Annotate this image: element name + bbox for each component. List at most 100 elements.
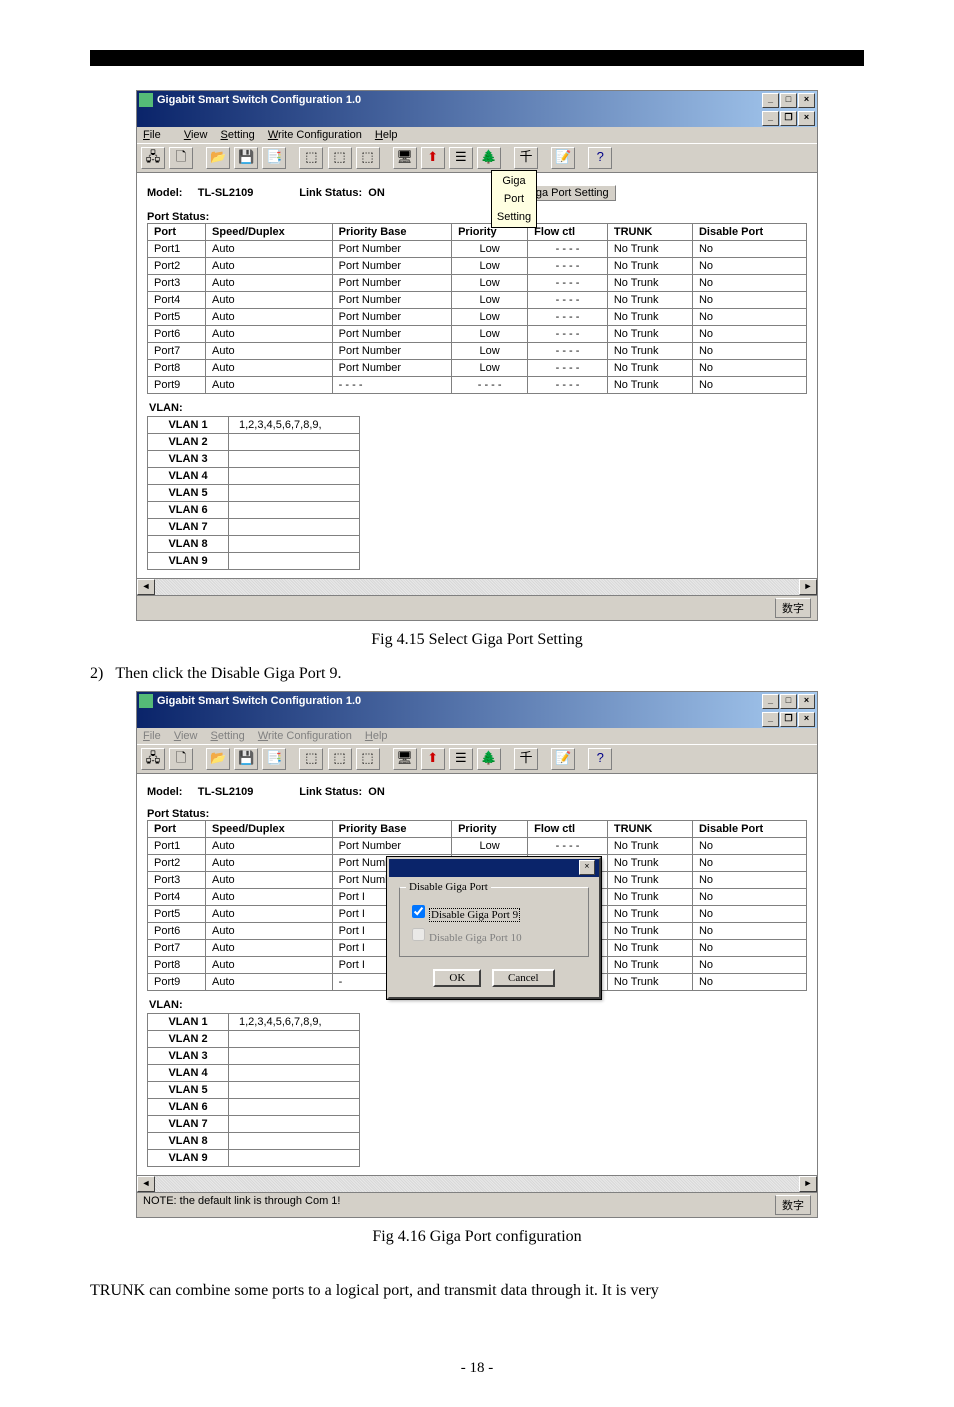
tb-connect-icon[interactable]: 🖧 (141, 748, 165, 770)
mdi-titlebar: _ ❐ × (137, 710, 817, 728)
tb-upload-icon[interactable]: ⬆ (421, 748, 445, 770)
minimize-button[interactable]: _ (762, 93, 779, 108)
table-row: Port6AutoPort NumberLow- - - -No TrunkNo (148, 326, 807, 343)
vlan-ports (229, 485, 360, 502)
checkbox-disable-port-9[interactable] (412, 905, 425, 918)
tb-gigaport-icon[interactable]: 千 Giga Port Setting (514, 147, 538, 169)
table-row: Port3AutoPort NumberLow- - - -No TrunkNo (148, 275, 807, 292)
table-row: Port7AutoPort NumberLow- - - -No TrunkNo (148, 343, 807, 360)
dialog-ok-button[interactable]: OK (433, 969, 481, 987)
disable-giga-port-group: Disable Giga Port Disable Giga Port 9 Di… (399, 887, 589, 957)
tb-export-icon[interactable]: 📑 (262, 147, 286, 169)
tb-write-icon[interactable]: 📝 (551, 748, 575, 770)
vlan-ports (229, 1082, 360, 1099)
col-trunk: TRUNK (607, 224, 692, 241)
tb-config3-icon[interactable]: ⬚ (356, 147, 380, 169)
tb-new-icon[interactable]: 🗋 (169, 748, 193, 770)
maximize-button[interactable]: □ (780, 694, 797, 709)
tb-config1-icon[interactable]: ⬚ (299, 147, 323, 169)
tb-upload-icon[interactable]: ⬆ (421, 147, 445, 169)
ime-indicator: 数字 (775, 1195, 811, 1215)
tb-help-icon[interactable]: ? (588, 748, 612, 770)
tb-save-icon[interactable]: 💾 (234, 748, 258, 770)
vlan-ports (229, 1133, 360, 1150)
mdi-minimize-button[interactable]: _ (762, 712, 779, 727)
vlan-ports: 1,2,3,4,5,6,7,8,9, (229, 1014, 360, 1031)
table-row: Port1AutoPort NumberLow- - - -No TrunkNo (148, 838, 807, 855)
cell: Port5 (148, 906, 206, 923)
col-trunk: TRUNK (607, 821, 692, 838)
tb-connect-icon[interactable]: 🖧 (141, 147, 165, 169)
figure-caption-2: Fig 4.16 Giga Port configuration (90, 1228, 864, 1246)
mdi-restore-button[interactable]: ❐ (780, 712, 797, 727)
cell: - - - - (528, 838, 608, 855)
dialog-cancel-button[interactable]: Cancel (492, 969, 555, 987)
menu-view[interactable]: View (184, 129, 208, 141)
tb-tree-icon[interactable]: 🌲 (477, 748, 501, 770)
cell: No (692, 940, 806, 957)
vlan-ports (229, 553, 360, 570)
scroll-right-icon[interactable]: ► (799, 579, 817, 595)
vlan-ports (229, 1065, 360, 1082)
close-button[interactable]: × (798, 93, 815, 108)
cell: - - - - (528, 309, 608, 326)
tooltip-gigaport: Giga Port Setting (491, 170, 537, 228)
tb-open-icon[interactable]: 📂 (206, 147, 230, 169)
tb-config2-icon[interactable]: ⬚ (328, 748, 352, 770)
tb-gigaport-icon[interactable]: 千 (514, 748, 538, 770)
scroll-left-icon[interactable]: ◄ (137, 579, 155, 595)
link-status-label: Link Status: (299, 187, 362, 199)
tb-device-icon[interactable]: 🖥 (393, 147, 417, 169)
tb-config2-icon[interactable]: ⬚ (328, 147, 352, 169)
tb-export-icon[interactable]: 📑 (262, 748, 286, 770)
menu-setting[interactable]: Setting (221, 129, 255, 141)
cell: No Trunk (607, 292, 692, 309)
menu-file: File (143, 730, 161, 742)
cell: Port Number (332, 326, 451, 343)
tb-device-icon[interactable]: 🖥 (393, 748, 417, 770)
label-disable-port-10: Disable Giga Port 10 (429, 932, 522, 944)
minimize-button[interactable]: _ (762, 694, 779, 709)
menu-write-config[interactable]: Write Configuration (268, 129, 362, 141)
tb-new-icon[interactable]: 🗋 (169, 147, 193, 169)
table-row: VLAN 11,2,3,4,5,6,7,8,9, (148, 417, 360, 434)
tb-ports-icon[interactable]: ☰ (449, 147, 473, 169)
tb-save-icon[interactable]: 💾 (234, 147, 258, 169)
tb-write-icon[interactable]: 📝 (551, 147, 575, 169)
menu-write-config: Write Configuration (258, 730, 352, 742)
cell: Port2 (148, 258, 206, 275)
mdi-minimize-button[interactable]: _ (762, 111, 779, 126)
cell: Port8 (148, 360, 206, 377)
cell: Auto (206, 360, 333, 377)
tb-open-icon[interactable]: 📂 (206, 748, 230, 770)
close-button[interactable]: × (798, 694, 815, 709)
label-disable-port-9: Disable Giga Port 9 (429, 908, 520, 922)
tb-tree-icon[interactable]: 🌲 (477, 147, 501, 169)
scroll-left-icon[interactable]: ◄ (137, 1176, 155, 1192)
vlan-name: VLAN 6 (148, 502, 229, 519)
horizontal-scrollbar[interactable]: ◄ ► (137, 1175, 817, 1192)
mdi-close-button[interactable]: × (798, 712, 815, 727)
vlan-name: VLAN 4 (148, 1065, 229, 1082)
mdi-close-button[interactable]: × (798, 111, 815, 126)
vlan-name: VLAN 9 (148, 553, 229, 570)
tb-config3-icon[interactable]: ⬚ (356, 748, 380, 770)
window-title: Gigabit Smart Switch Configuration 1.0 (157, 94, 361, 106)
table-row: VLAN 8 (148, 1133, 360, 1150)
dialog-close-button[interactable]: × (579, 860, 595, 875)
tb-config1-icon[interactable]: ⬚ (299, 748, 323, 770)
horizontal-scrollbar[interactable]: ◄ ► (137, 578, 817, 595)
cell: Low (452, 309, 528, 326)
cell: Port8 (148, 957, 206, 974)
model-value: TL-SL2109 (198, 187, 254, 199)
table-row: VLAN 5 (148, 485, 360, 502)
scroll-right-icon[interactable]: ► (799, 1176, 817, 1192)
cell: No Trunk (607, 309, 692, 326)
tb-ports-icon[interactable]: ☰ (449, 748, 473, 770)
mdi-restore-button[interactable]: ❐ (780, 111, 797, 126)
menu-help[interactable]: Help (375, 129, 398, 141)
table-row: VLAN 3 (148, 451, 360, 468)
tb-help-icon[interactable]: ? (588, 147, 612, 169)
menu-file[interactable]: File (143, 129, 171, 141)
maximize-button[interactable]: □ (780, 93, 797, 108)
